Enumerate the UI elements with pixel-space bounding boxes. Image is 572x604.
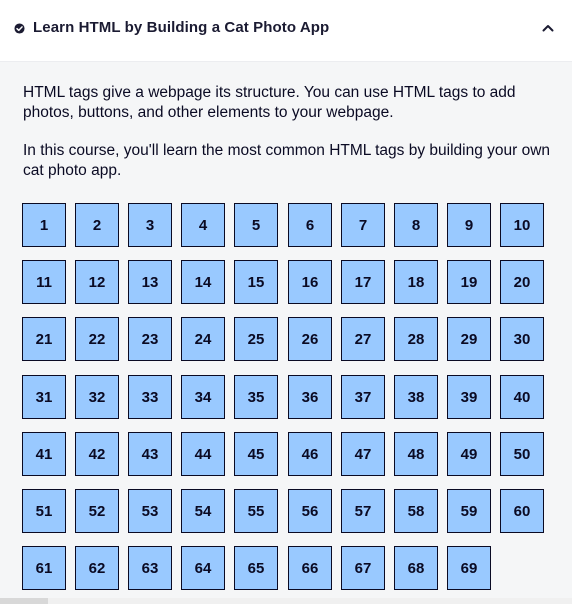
scrollbar-thumb[interactable] — [0, 598, 48, 604]
step-button-69[interactable]: 69 — [447, 546, 491, 590]
step-button-52[interactable]: 52 — [75, 489, 119, 533]
step-button-15[interactable]: 15 — [234, 260, 278, 304]
step-button-54[interactable]: 54 — [181, 489, 225, 533]
step-button-58[interactable]: 58 — [394, 489, 438, 533]
step-button-39[interactable]: 39 — [447, 375, 491, 419]
course-panel: HTML tags give a webpage its structure. … — [0, 62, 572, 604]
intro-paragraph: In this course, you'll learn the most co… — [23, 142, 551, 179]
step-button-9[interactable]: 9 — [447, 203, 491, 247]
step-button-37[interactable]: 37 — [341, 375, 385, 419]
step-button-48[interactable]: 48 — [394, 432, 438, 476]
step-button-36[interactable]: 36 — [288, 375, 332, 419]
step-button-68[interactable]: 68 — [394, 546, 438, 590]
horizontal-scrollbar[interactable] — [0, 598, 572, 604]
step-button-2[interactable]: 2 — [75, 203, 119, 247]
step-button-24[interactable]: 24 — [181, 317, 225, 361]
step-button-28[interactable]: 28 — [394, 317, 438, 361]
step-button-13[interactable]: 13 — [128, 260, 172, 304]
step-button-3[interactable]: 3 — [128, 203, 172, 247]
step-button-34[interactable]: 34 — [181, 375, 225, 419]
step-button-63[interactable]: 63 — [128, 546, 172, 590]
step-button-53[interactable]: 53 — [128, 489, 172, 533]
step-button-46[interactable]: 46 — [288, 432, 332, 476]
step-button-29[interactable]: 29 — [447, 317, 491, 361]
step-button-55[interactable]: 55 — [234, 489, 278, 533]
step-button-49[interactable]: 49 — [447, 432, 491, 476]
step-button-11[interactable]: 11 — [22, 260, 66, 304]
step-button-32[interactable]: 32 — [75, 375, 119, 419]
step-button-51[interactable]: 51 — [22, 489, 66, 533]
step-button-30[interactable]: 30 — [500, 317, 544, 361]
step-button-18[interactable]: 18 — [394, 260, 438, 304]
step-button-1[interactable]: 1 — [22, 203, 66, 247]
step-button-23[interactable]: 23 — [128, 317, 172, 361]
step-button-62[interactable]: 62 — [75, 546, 119, 590]
step-button-4[interactable]: 4 — [181, 203, 225, 247]
step-button-56[interactable]: 56 — [288, 489, 332, 533]
step-button-35[interactable]: 35 — [234, 375, 278, 419]
step-button-6[interactable]: 6 — [288, 203, 332, 247]
step-button-57[interactable]: 57 — [341, 489, 385, 533]
step-button-26[interactable]: 26 — [288, 317, 332, 361]
step-button-7[interactable]: 7 — [341, 203, 385, 247]
section-header[interactable]: Learn HTML by Building a Cat Photo App — [0, 0, 572, 62]
step-button-47[interactable]: 47 — [341, 432, 385, 476]
intro-paragraph: HTML tags give a webpage its structure. … — [23, 84, 516, 121]
step-button-27[interactable]: 27 — [341, 317, 385, 361]
step-button-66[interactable]: 66 — [288, 546, 332, 590]
check-circle-icon — [14, 23, 25, 34]
step-button-16[interactable]: 16 — [288, 260, 332, 304]
step-button-25[interactable]: 25 — [234, 317, 278, 361]
step-button-65[interactable]: 65 — [234, 546, 278, 590]
step-button-40[interactable]: 40 — [500, 375, 544, 419]
step-button-61[interactable]: 61 — [22, 546, 66, 590]
step-button-17[interactable]: 17 — [341, 260, 385, 304]
step-button-31[interactable]: 31 — [22, 375, 66, 419]
step-button-64[interactable]: 64 — [181, 546, 225, 590]
step-button-20[interactable]: 20 — [500, 260, 544, 304]
course-title: Learn HTML by Building a Cat Photo App — [33, 19, 330, 36]
step-button-45[interactable]: 45 — [234, 432, 278, 476]
step-button-5[interactable]: 5 — [234, 203, 278, 247]
step-button-42[interactable]: 42 — [75, 432, 119, 476]
step-button-67[interactable]: 67 — [341, 546, 385, 590]
step-button-8[interactable]: 8 — [394, 203, 438, 247]
step-button-21[interactable]: 21 — [22, 317, 66, 361]
step-button-12[interactable]: 12 — [75, 260, 119, 304]
chevron-up-icon[interactable] — [541, 22, 555, 34]
step-button-60[interactable]: 60 — [500, 489, 544, 533]
step-button-50[interactable]: 50 — [500, 432, 544, 476]
step-button-22[interactable]: 22 — [75, 317, 119, 361]
step-button-43[interactable]: 43 — [128, 432, 172, 476]
step-button-14[interactable]: 14 — [181, 260, 225, 304]
step-button-41[interactable]: 41 — [22, 432, 66, 476]
step-button-44[interactable]: 44 — [181, 432, 225, 476]
step-button-59[interactable]: 59 — [447, 489, 491, 533]
step-button-10[interactable]: 10 — [500, 203, 544, 247]
step-button-19[interactable]: 19 — [447, 260, 491, 304]
step-button-33[interactable]: 33 — [128, 375, 172, 419]
step-button-38[interactable]: 38 — [394, 375, 438, 419]
